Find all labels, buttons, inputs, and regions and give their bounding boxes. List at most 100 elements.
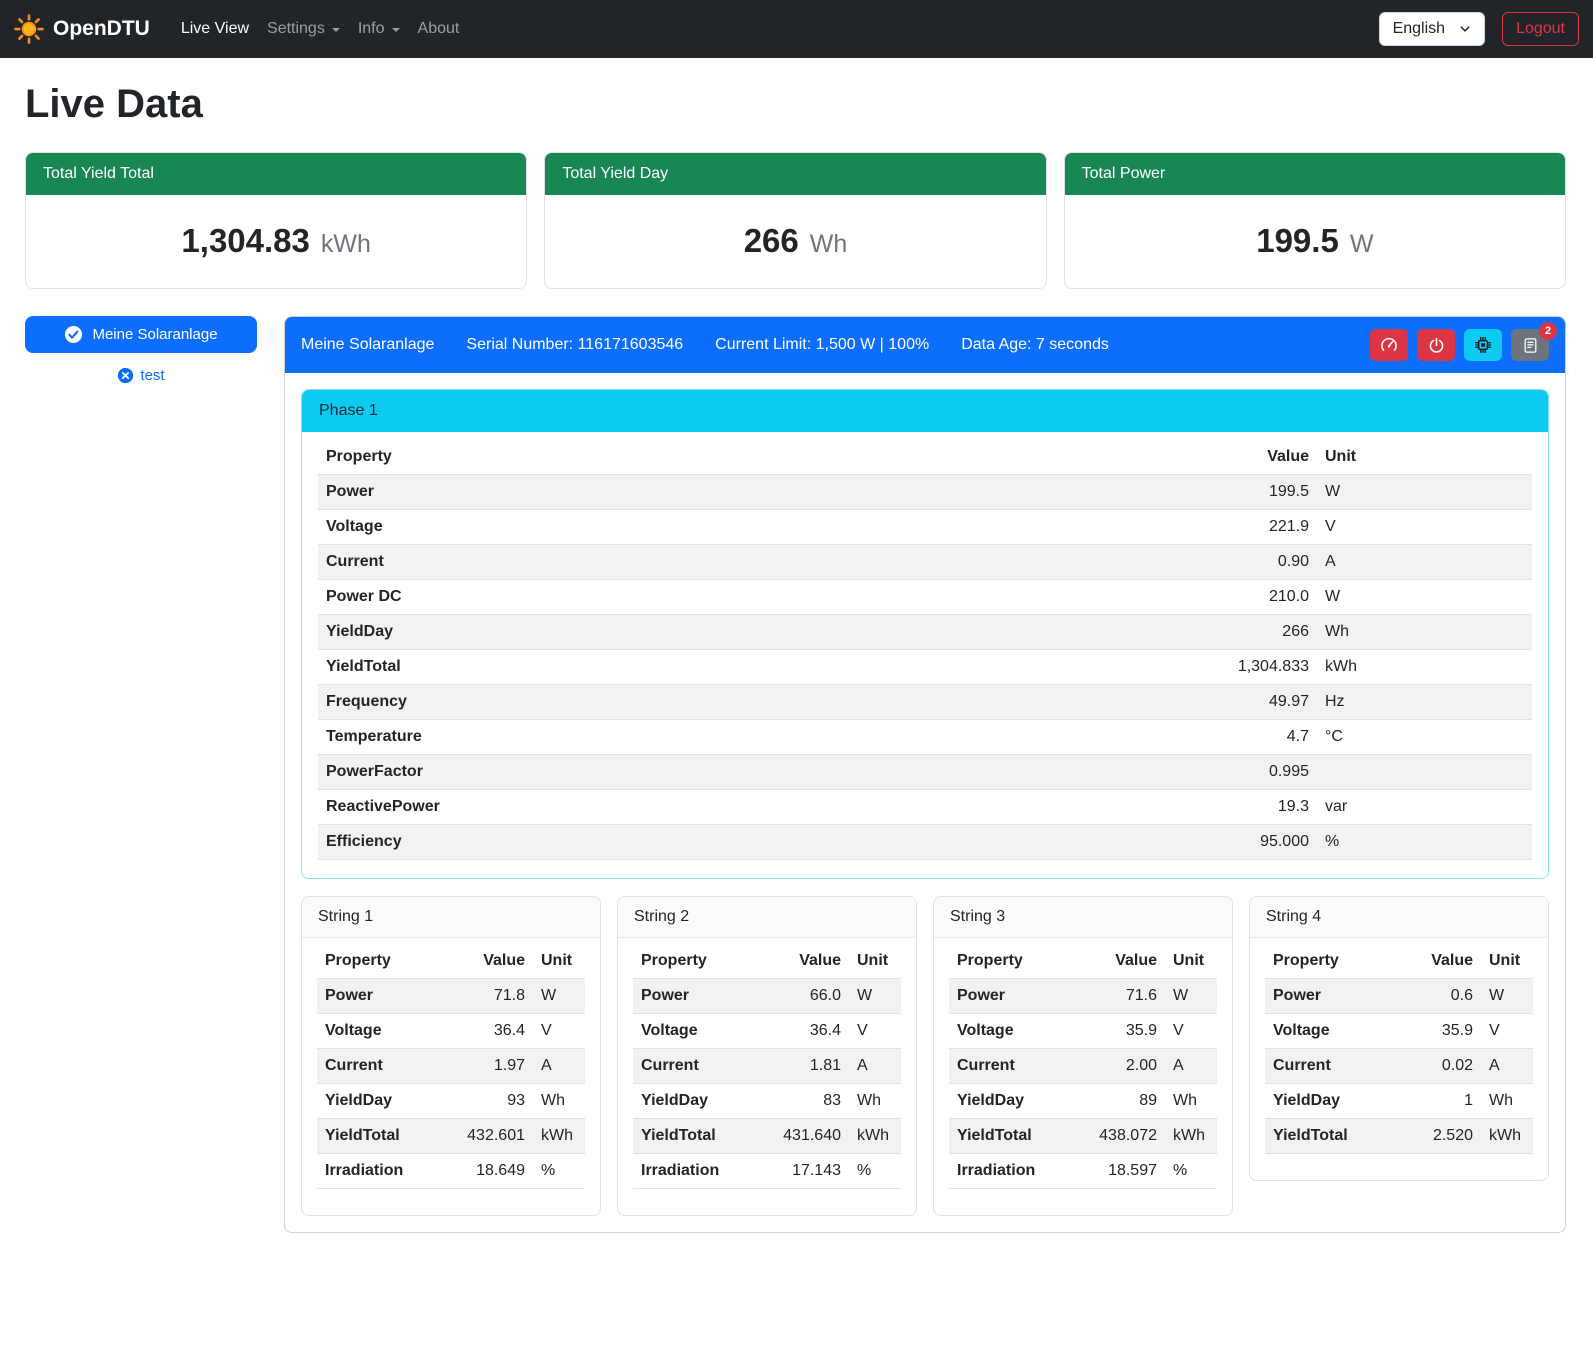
column-unit: Unit bbox=[1481, 944, 1533, 979]
inverter-panel-header: Meine Solaranlage Serial Number: 1161716… bbox=[285, 317, 1565, 373]
chevron-down-icon bbox=[1459, 23, 1471, 35]
table-row: Voltage 35.9 V bbox=[949, 1014, 1217, 1049]
nav-item-about[interactable]: About bbox=[409, 12, 469, 46]
card-value: 266 bbox=[744, 222, 799, 260]
row-value: 35.9 bbox=[1091, 1014, 1165, 1049]
table-row: Voltage 36.4 V bbox=[317, 1014, 585, 1049]
table-row: PowerFactor 0.995 bbox=[318, 755, 1532, 790]
row-property: Current bbox=[1265, 1049, 1409, 1084]
table-row: ReactivePower 19.3 var bbox=[318, 790, 1532, 825]
power-button[interactable] bbox=[1417, 329, 1455, 361]
row-unit bbox=[1317, 755, 1532, 790]
table-row: YieldDay 1 Wh bbox=[1265, 1084, 1533, 1119]
table-row: Power 71.6 W bbox=[949, 979, 1217, 1014]
string-card-title: String 1 bbox=[302, 897, 600, 938]
row-value: 19.3 bbox=[1187, 790, 1317, 825]
table-row: Current 0.02 A bbox=[1265, 1049, 1533, 1084]
card-body: 199.5 W bbox=[1065, 195, 1565, 288]
row-unit: A bbox=[1317, 545, 1532, 580]
nav-item-settings[interactable]: Settings bbox=[258, 12, 349, 46]
card-header: Total Power bbox=[1065, 153, 1565, 195]
row-property: Power bbox=[1265, 979, 1409, 1014]
cpu-icon bbox=[1474, 336, 1492, 354]
column-unit: Unit bbox=[849, 944, 901, 979]
row-property: Current bbox=[318, 545, 1187, 580]
row-value: 2.00 bbox=[1091, 1049, 1165, 1084]
column-property: Property bbox=[1265, 944, 1409, 979]
row-value: 1.97 bbox=[459, 1049, 533, 1084]
row-unit: % bbox=[533, 1154, 585, 1189]
navbar: OpenDTU Live View Settings Info About En… bbox=[0, 0, 1593, 58]
row-unit: W bbox=[849, 979, 901, 1014]
brand-link[interactable]: OpenDTU bbox=[14, 14, 150, 44]
row-value: 95.000 bbox=[1187, 825, 1317, 860]
string-card-2: String 2 Property Value Unit bbox=[617, 896, 917, 1216]
table-row: YieldDay 93 Wh bbox=[317, 1084, 585, 1119]
journal-icon bbox=[1522, 337, 1539, 354]
table-row: YieldDay 266 Wh bbox=[318, 615, 1532, 650]
row-property: YieldDay bbox=[317, 1084, 459, 1119]
table-row: YieldTotal 432.601 kWh bbox=[317, 1119, 585, 1154]
logout-button[interactable]: Logout bbox=[1502, 12, 1579, 46]
power-icon bbox=[1428, 337, 1445, 354]
row-value: 93 bbox=[459, 1084, 533, 1119]
device-info-button[interactable] bbox=[1464, 329, 1502, 361]
row-property: ReactivePower bbox=[318, 790, 1187, 825]
column-property: Property bbox=[633, 944, 775, 979]
row-property: YieldDay bbox=[949, 1084, 1091, 1119]
row-unit: % bbox=[849, 1154, 901, 1189]
phase-card-body: Property Value Unit Power 199.5 bbox=[302, 432, 1548, 878]
sun-logo-icon bbox=[14, 14, 44, 44]
row-unit: % bbox=[1317, 825, 1532, 860]
row-property: Temperature bbox=[318, 720, 1187, 755]
row-property: Voltage bbox=[1265, 1014, 1409, 1049]
row-value: 0.90 bbox=[1187, 545, 1317, 580]
row-value: 1,304.833 bbox=[1187, 650, 1317, 685]
check-circle-icon bbox=[64, 325, 83, 344]
row-value: 431.640 bbox=[775, 1119, 849, 1154]
column-property: Property bbox=[317, 944, 459, 979]
table-row: Current 0.90 A bbox=[318, 545, 1532, 580]
row-unit: Wh bbox=[1481, 1084, 1533, 1119]
limit-settings-button[interactable] bbox=[1370, 329, 1408, 361]
string-card-title: String 4 bbox=[1250, 897, 1548, 938]
row-property: Irradiation bbox=[633, 1154, 775, 1189]
row-unit: V bbox=[1165, 1014, 1217, 1049]
brand-label: OpenDTU bbox=[53, 17, 150, 41]
language-select[interactable]: English bbox=[1379, 12, 1485, 46]
table-row: YieldTotal 2.520 kWh bbox=[1265, 1119, 1533, 1154]
column-value: Value bbox=[1409, 944, 1481, 979]
nav-links: Live View Settings Info About bbox=[172, 12, 469, 46]
event-count-badge: 2 bbox=[1539, 322, 1557, 340]
table-row: Temperature 4.7 °C bbox=[318, 720, 1532, 755]
table-row: Current 2.00 A bbox=[949, 1049, 1217, 1084]
row-property: Irradiation bbox=[949, 1154, 1091, 1189]
row-unit: W bbox=[533, 979, 585, 1014]
string-card-body: Property Value Unit Power 0.6 bbox=[1250, 938, 1548, 1180]
row-property: Current bbox=[317, 1049, 459, 1084]
table-header-row: Property Value Unit bbox=[949, 944, 1217, 979]
table-row: YieldDay 89 Wh bbox=[949, 1084, 1217, 1119]
table-row: Voltage 36.4 V bbox=[633, 1014, 901, 1049]
table-row: YieldTotal 431.640 kWh bbox=[633, 1119, 901, 1154]
event-log-button[interactable]: 2 bbox=[1511, 329, 1549, 361]
row-value: 36.4 bbox=[775, 1014, 849, 1049]
row-unit: V bbox=[1481, 1014, 1533, 1049]
row-property: YieldTotal bbox=[633, 1119, 775, 1154]
row-value: 2.520 bbox=[1409, 1119, 1481, 1154]
row-value: 1 bbox=[1409, 1084, 1481, 1119]
current-limit: Current Limit: 1,500 W | 100% bbox=[715, 336, 929, 354]
x-circle-icon bbox=[117, 367, 134, 384]
nav-item-info[interactable]: Info bbox=[349, 12, 409, 46]
column-value: Value bbox=[459, 944, 533, 979]
row-unit: kWh bbox=[1317, 650, 1532, 685]
table-row: Power 0.6 W bbox=[1265, 979, 1533, 1014]
nav-item-live-view[interactable]: Live View bbox=[172, 12, 258, 46]
inverter-link-test[interactable]: test bbox=[25, 367, 257, 384]
inverter-name-label: Meine Solaranlage bbox=[92, 326, 217, 343]
row-unit: Wh bbox=[1317, 615, 1532, 650]
row-unit: Wh bbox=[849, 1084, 901, 1119]
column-property: Property bbox=[949, 944, 1091, 979]
inverter-button-selected[interactable]: Meine Solaranlage bbox=[25, 316, 257, 353]
card-body: 266 Wh bbox=[545, 195, 1045, 288]
